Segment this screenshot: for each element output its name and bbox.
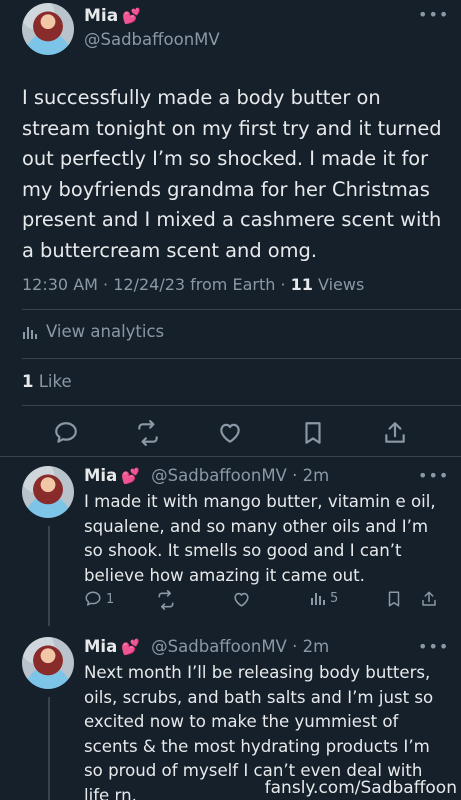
- watermark: fansly.com/Sadbaffoon: [264, 778, 457, 798]
- more-icon[interactable]: •••: [418, 466, 449, 485]
- handle-time[interactable]: @SadbaffoonMV · 2m: [151, 637, 329, 656]
- bookmark-icon[interactable]: [300, 420, 326, 446]
- analytics-icon: [311, 593, 325, 605]
- views-label: Views: [312, 275, 365, 294]
- reply-count: 1: [106, 591, 115, 607]
- like-button[interactable]: [232, 590, 251, 609]
- divider: [22, 405, 461, 406]
- reply-header: Mia 💕 @SadbaffoonMV · 2m: [84, 637, 329, 656]
- analytics-icon: [23, 326, 37, 339]
- tweet-action-bar: [0, 414, 461, 450]
- author-handle[interactable]: @SadbaffoonMV: [84, 30, 220, 49]
- likes-summary[interactable]: 1 Like: [22, 372, 72, 391]
- author-name[interactable]: Mia: [84, 466, 117, 485]
- reply-text: I made it with mango butter, vitamin e o…: [84, 492, 436, 585]
- thread-line: [48, 526, 50, 626]
- timestamp[interactable]: 12:30 AM · 12/24/23 from Earth ·: [22, 275, 291, 294]
- more-icon[interactable]: •••: [418, 5, 449, 24]
- retweet-icon: [158, 590, 174, 610]
- like-icon[interactable]: [217, 420, 243, 446]
- avatar[interactable]: [22, 637, 74, 689]
- handle-time[interactable]: @SadbaffoonMV · 2m: [151, 466, 329, 485]
- analytics-label: View analytics: [46, 322, 165, 341]
- reply-button[interactable]: 1: [84, 590, 114, 608]
- heart-emoji: 💕: [122, 7, 141, 25]
- divider: [22, 358, 461, 359]
- reply-icon[interactable]: [53, 420, 79, 446]
- tweet-text: I successfully made a body butter on str…: [22, 86, 442, 262]
- share-icon: [422, 591, 436, 606]
- retweet-icon[interactable]: [135, 420, 161, 446]
- view-analytics-link[interactable]: View analytics: [22, 322, 164, 341]
- bookmark-button[interactable]: [385, 590, 403, 608]
- share-icon[interactable]: [382, 420, 408, 446]
- reply-header: Mia 💕 @SadbaffoonMV · 2m: [84, 466, 329, 485]
- views-count: 11: [290, 275, 313, 294]
- like-icon: [234, 592, 249, 607]
- divider: [0, 456, 461, 457]
- heart-emoji: 💕: [121, 638, 140, 656]
- view-count: 5: [330, 590, 339, 606]
- author-name[interactable]: Mia: [84, 637, 117, 656]
- likes-label: Like: [33, 372, 72, 391]
- thread-line: [48, 697, 50, 800]
- heart-emoji: 💕: [121, 467, 140, 485]
- avatar[interactable]: [22, 3, 74, 55]
- retweet-button[interactable]: [156, 590, 176, 610]
- divider: [22, 309, 461, 310]
- likes-count: 1: [22, 372, 34, 391]
- views-button[interactable]: 5: [310, 590, 338, 606]
- more-icon[interactable]: •••: [418, 637, 449, 656]
- avatar[interactable]: [22, 466, 74, 518]
- reply-action-bar: 1 5: [84, 590, 444, 612]
- author-header: Mia 💕: [84, 6, 141, 26]
- bookmark-icon: [388, 591, 400, 607]
- reply-icon: [85, 591, 101, 606]
- share-button[interactable]: [420, 590, 438, 608]
- tweet-meta: 12:30 AM · 12/24/23 from Earth · 11 View…: [22, 275, 364, 294]
- author-name[interactable]: Mia: [84, 6, 118, 26]
- reply-tweet[interactable]: Mia 💕 @SadbaffoonMV · 2m ••• Next month I…: [0, 637, 461, 800]
